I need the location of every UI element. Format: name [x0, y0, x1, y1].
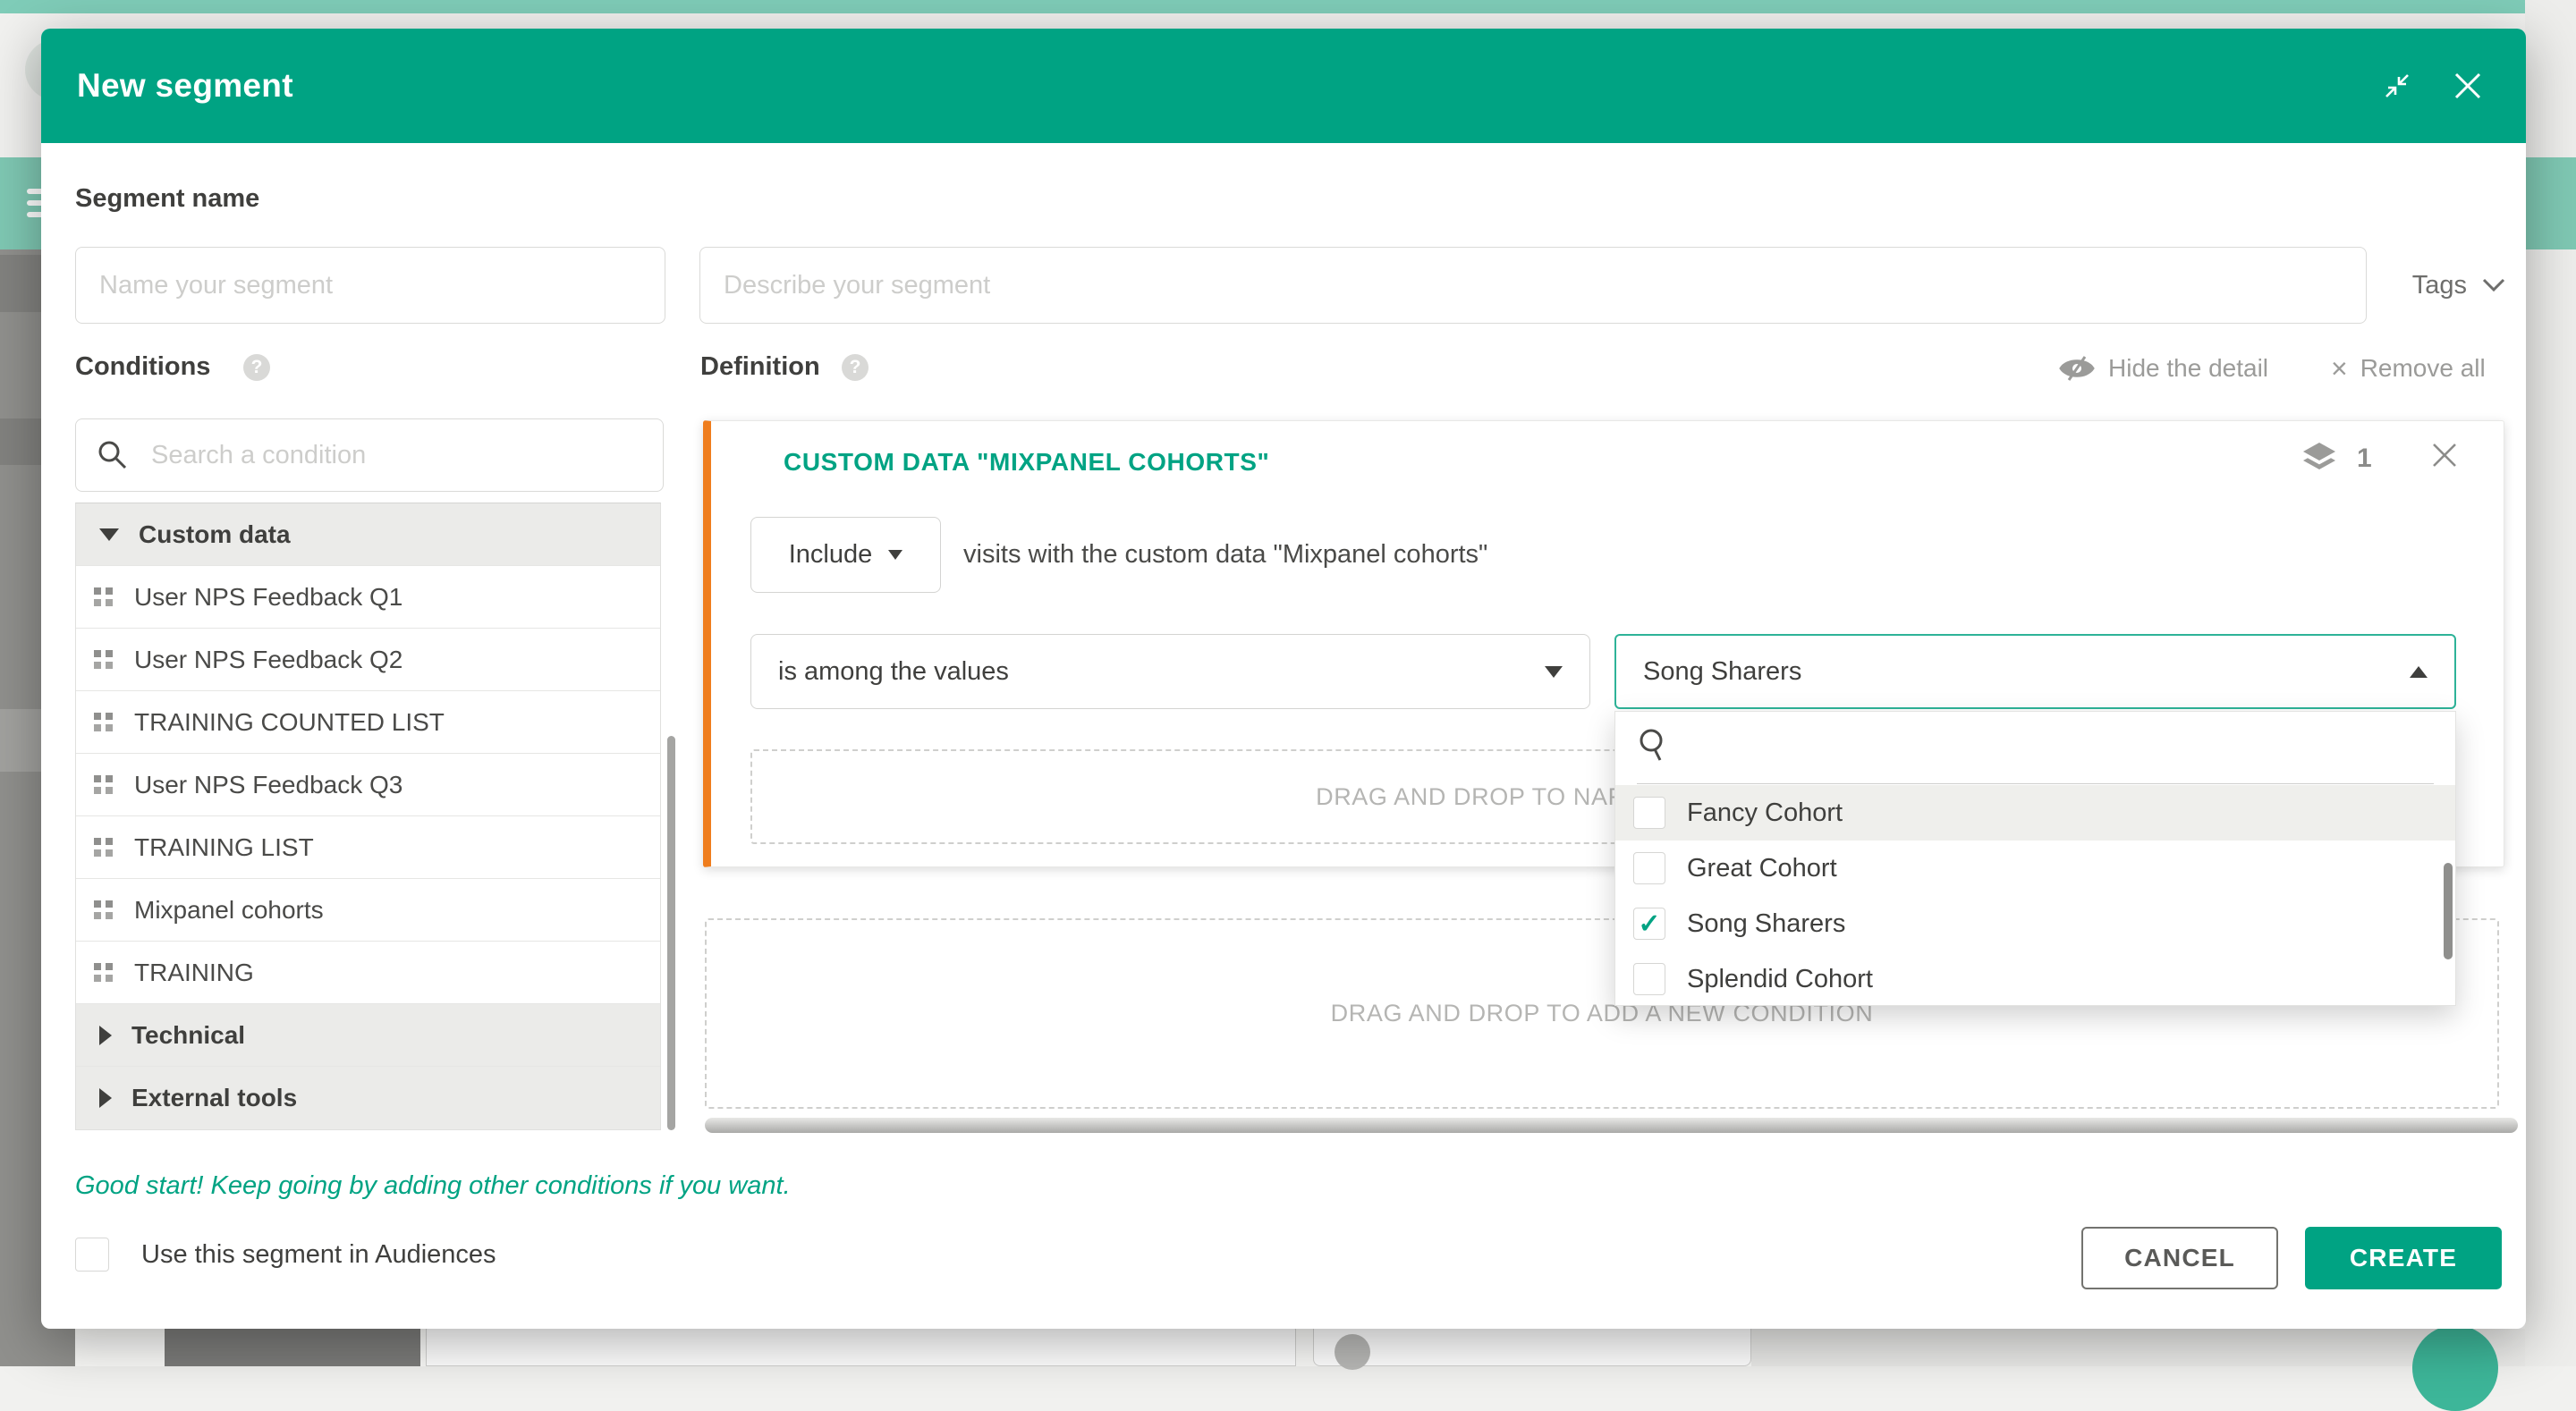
layer-counter: 1 — [2300, 441, 2372, 477]
condition-item[interactable]: TRAINING — [76, 942, 660, 1004]
modal-header: New segment — [41, 29, 2526, 143]
hide-detail-label: Hide the detail — [2108, 354, 2268, 383]
checkbox-unchecked[interactable] — [1633, 963, 1665, 995]
dropdown-scrollbar[interactable] — [2444, 863, 2453, 959]
search-placeholder: Search a condition — [151, 441, 366, 470]
triangle-down-icon — [1545, 666, 1563, 678]
definition-label: Definition — [700, 352, 820, 382]
conditions-label: Conditions — [75, 352, 210, 382]
search-icon — [96, 438, 130, 472]
condition-item[interactable]: TRAINING COUNTED LIST — [76, 691, 660, 754]
create-button[interactable]: CREATE — [2305, 1227, 2502, 1289]
definition-horizontal-scrollbar[interactable] — [705, 1118, 2518, 1133]
option-great-cohort[interactable]: Great Cohort — [1615, 841, 2455, 896]
include-dropdown[interactable]: Include — [750, 517, 941, 593]
audiences-checkbox[interactable] — [75, 1238, 109, 1272]
modal-title: New segment — [77, 67, 2379, 105]
checkbox-unchecked[interactable] — [1633, 852, 1665, 884]
triangle-down-icon — [888, 550, 902, 560]
caret-right-icon — [99, 1026, 112, 1045]
cancel-button[interactable]: CANCEL — [2081, 1227, 2278, 1289]
conditions-list-scrollbar[interactable] — [667, 736, 675, 1130]
values-dropdown-panel: Fancy Cohort Great Cohort Song Sharers S… — [1614, 711, 2456, 1006]
segment-name-label: Segment name — [75, 184, 259, 214]
drag-handle-icon[interactable] — [94, 587, 113, 606]
close-icon[interactable] — [2451, 69, 2485, 103]
drag-handle-icon[interactable] — [94, 963, 113, 982]
remove-all-label: Remove all — [2360, 354, 2486, 383]
tags-label: Tags — [2412, 271, 2467, 300]
remove-all-x-icon: × — [2331, 356, 2348, 381]
condition-item[interactable]: TRAINING LIST — [76, 816, 660, 879]
condition-item[interactable]: Mixpanel cohorts — [76, 879, 660, 942]
background-panel-gray — [1751, 1329, 2525, 1366]
progress-hint: Good start! Keep going by adding other c… — [75, 1171, 791, 1201]
condition-item[interactable]: User NPS Feedback Q1 — [76, 566, 660, 629]
layers-icon — [2300, 441, 2339, 477]
dropdown-search[interactable] — [1637, 726, 1671, 768]
collapse-icon[interactable] — [2379, 68, 2415, 104]
conditions-help-icon[interactable]: ? — [243, 354, 270, 381]
values-dropdown[interactable]: Song Sharers — [1614, 634, 2456, 709]
conditions-list: Custom data User NPS Feedback Q1 User NP… — [75, 503, 661, 1130]
audiences-label: Use this segment in Audiences — [141, 1240, 496, 1270]
remove-all-button[interactable]: × Remove all — [2331, 354, 2486, 383]
drag-handle-icon[interactable] — [94, 713, 113, 731]
drag-handle-icon[interactable] — [94, 650, 113, 669]
background-top-bar — [0, 0, 2576, 13]
option-fancy-cohort[interactable]: Fancy Cohort — [1615, 785, 2455, 841]
background-avatar-dot — [1335, 1334, 1370, 1370]
segment-name-input[interactable] — [75, 247, 665, 324]
layer-count: 1 — [2357, 444, 2372, 474]
option-splendid-cohort[interactable]: Splendid Cohort — [1615, 951, 2455, 1007]
background-panel — [426, 1324, 1296, 1366]
audiences-checkbox-row[interactable]: Use this segment in Audiences — [75, 1238, 496, 1272]
search-icon — [1637, 726, 1671, 764]
condition-item[interactable]: User NPS Feedback Q3 — [76, 754, 660, 816]
hide-detail-button[interactable]: Hide the detail — [2058, 354, 2268, 383]
option-song-sharers[interactable]: Song Sharers — [1615, 896, 2455, 951]
new-segment-modal: New segment Segment name Tags Conditions… — [41, 29, 2526, 1329]
dropdown-divider — [1637, 783, 2434, 784]
drag-handle-icon[interactable] — [94, 838, 113, 857]
condition-group-custom-data[interactable]: Custom data — [76, 503, 660, 566]
condition-search-input[interactable]: Search a condition — [75, 418, 664, 492]
background-fab-button — [2412, 1325, 2498, 1411]
condition-card-title: CUSTOM DATA "MIXPANEL COHORTS" — [784, 448, 1269, 477]
checkbox-checked[interactable] — [1633, 908, 1665, 940]
tags-dropdown[interactable]: Tags — [2367, 247, 2506, 324]
chevron-down-icon — [2481, 277, 2506, 293]
condition-item[interactable]: User NPS Feedback Q2 — [76, 629, 660, 691]
condition-close-icon[interactable] — [2430, 441, 2459, 474]
condition-group-external-tools[interactable]: External tools — [76, 1067, 660, 1129]
eye-slash-icon — [2058, 355, 2096, 382]
operator-dropdown[interactable]: is among the values — [750, 634, 1590, 709]
segment-description-input[interactable] — [699, 247, 2367, 324]
triangle-up-icon — [2410, 666, 2428, 678]
caret-down-icon — [99, 528, 119, 541]
condition-sentence: visits with the custom data "Mixpanel co… — [963, 517, 1487, 593]
condition-group-technical[interactable]: Technical — [76, 1004, 660, 1067]
caret-right-icon — [99, 1088, 112, 1108]
drag-handle-icon[interactable] — [94, 900, 113, 919]
checkbox-unchecked[interactable] — [1633, 797, 1665, 829]
drag-handle-icon[interactable] — [94, 775, 113, 794]
definition-help-icon[interactable]: ? — [842, 354, 869, 381]
